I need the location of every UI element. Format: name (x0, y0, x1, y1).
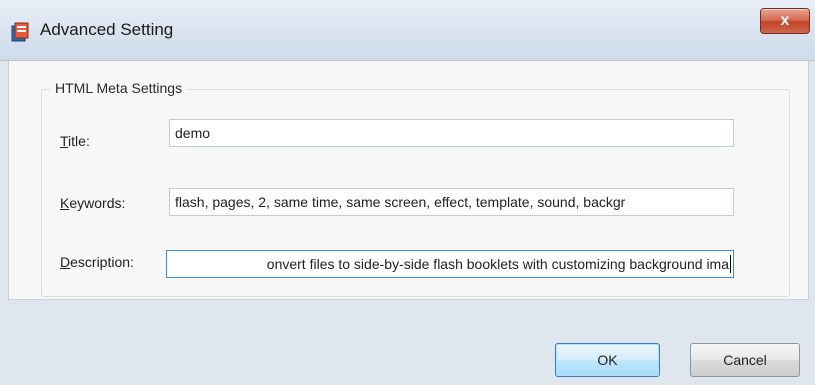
description-input[interactable]: onvert files to side-by-side flash bookl… (166, 250, 734, 278)
title-input-value: demo (175, 125, 211, 141)
dialog-body: HTML Meta Settings Title: demo Keywords:… (8, 61, 809, 300)
group-legend: HTML Meta Settings (50, 80, 188, 96)
title-input[interactable]: demo (169, 119, 734, 147)
ok-button[interactable]: OK (555, 343, 660, 377)
description-input-value: onvert files to side-by-side flash bookl… (266, 256, 729, 272)
cancel-button[interactable]: Cancel (690, 343, 800, 377)
keywords-label: Keywords: (60, 195, 126, 211)
keywords-input-value: flash, pages, 2, same time, same screen,… (175, 194, 626, 210)
close-button[interactable]: x (760, 8, 810, 34)
html-meta-settings-group: HTML Meta Settings Title: demo Keywords:… (41, 80, 790, 297)
title-bar[interactable]: Advanced Setting x (0, 0, 815, 61)
dialog-footer: OK Cancel (0, 300, 815, 385)
keywords-input[interactable]: flash, pages, 2, same time, same screen,… (169, 188, 734, 216)
description-label: Description: (60, 254, 134, 270)
title-label: Title: (60, 133, 90, 149)
app-icon (11, 22, 29, 42)
close-icon: x (780, 12, 790, 29)
window-title: Advanced Setting (40, 20, 174, 39)
text-caret (730, 255, 731, 273)
